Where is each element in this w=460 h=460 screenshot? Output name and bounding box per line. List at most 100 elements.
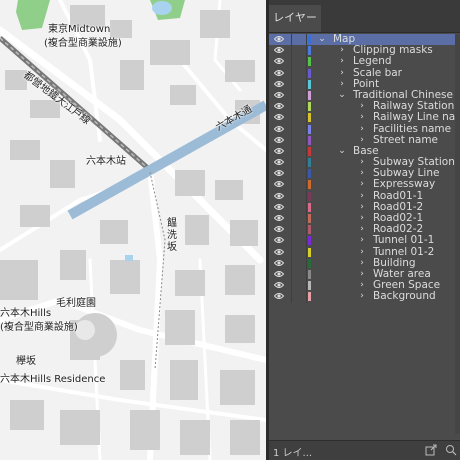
eye-icon[interactable] (274, 91, 284, 99)
lock-toggle[interactable] (292, 112, 307, 124)
lock-toggle[interactable] (292, 280, 307, 292)
eye-icon[interactable] (274, 147, 284, 155)
visibility-toggle[interactable] (269, 45, 292, 57)
chevron-right-icon[interactable]: › (357, 168, 367, 179)
lock-toggle[interactable] (292, 179, 307, 191)
chevron-right-icon[interactable]: › (337, 79, 347, 90)
eye-icon[interactable] (274, 259, 284, 267)
visibility-toggle[interactable] (269, 34, 292, 46)
lock-toggle[interactable] (292, 145, 307, 158)
lock-toggle[interactable] (292, 45, 307, 57)
chevron-right-icon[interactable]: › (337, 45, 347, 56)
visibility-toggle[interactable] (269, 145, 292, 158)
lock-toggle[interactable] (292, 201, 307, 213)
layer-row[interactable]: › Background (269, 290, 460, 303)
lock-toggle[interactable] (292, 78, 307, 90)
lock-toggle[interactable] (292, 224, 307, 236)
eye-icon[interactable] (274, 102, 284, 110)
chevron-right-icon[interactable]: › (357, 191, 367, 202)
lock-toggle[interactable] (292, 101, 307, 113)
visibility-toggle[interactable] (269, 224, 292, 236)
eye-icon[interactable] (274, 270, 284, 278)
visibility-toggle[interactable] (269, 112, 292, 124)
chevron-right-icon[interactable]: › (357, 291, 367, 302)
chevron-right-icon[interactable]: › (357, 235, 367, 246)
chevron-down-icon[interactable]: ⌄ (337, 90, 347, 101)
visibility-toggle[interactable] (269, 134, 292, 146)
layer-row[interactable]: › Tunnel 01-2 (269, 246, 460, 258)
eye-icon[interactable] (274, 292, 284, 300)
chevron-right-icon[interactable]: › (357, 258, 367, 269)
layer-row[interactable]: › Building (269, 257, 460, 269)
eye-icon[interactable] (274, 113, 284, 121)
chevron-right-icon[interactable]: › (357, 124, 367, 135)
visibility-toggle[interactable] (269, 201, 292, 213)
visibility-toggle[interactable] (269, 157, 292, 169)
eye-icon[interactable] (274, 158, 284, 166)
eye-icon[interactable] (274, 69, 284, 77)
layer-row[interactable]: › Road02-1 (269, 212, 460, 225)
chevron-right-icon[interactable]: › (337, 56, 347, 67)
chevron-right-icon[interactable]: › (357, 202, 367, 213)
chevron-right-icon[interactable]: › (357, 179, 367, 190)
chevron-right-icon[interactable]: › (357, 213, 367, 224)
eye-icon[interactable] (274, 180, 284, 188)
visibility-toggle[interactable] (269, 246, 292, 258)
visibility-toggle[interactable] (269, 291, 292, 303)
layer-row[interactable]: › Road01-1 (269, 190, 460, 202)
chevron-right-icon[interactable]: › (357, 280, 367, 291)
lock-toggle[interactable] (292, 157, 307, 169)
chevron-right-icon[interactable]: › (357, 224, 367, 235)
lock-toggle[interactable] (292, 235, 307, 247)
visibility-toggle[interactable] (269, 78, 292, 90)
eye-icon[interactable] (274, 35, 284, 43)
layer-row[interactable]: › Expressway (269, 178, 460, 191)
eye-icon[interactable] (274, 57, 284, 65)
lock-toggle[interactable] (292, 123, 307, 135)
visibility-toggle[interactable] (269, 67, 292, 79)
eye-icon[interactable] (274, 236, 284, 244)
eye-icon[interactable] (274, 46, 284, 54)
lock-toggle[interactable] (292, 291, 307, 303)
eye-icon[interactable] (274, 248, 284, 256)
eye-icon[interactable] (274, 214, 284, 222)
visibility-toggle[interactable] (269, 213, 292, 225)
chevron-right-icon[interactable]: › (337, 68, 347, 79)
visibility-toggle[interactable] (269, 89, 292, 102)
chevron-down-icon[interactable]: ⌄ (337, 146, 347, 157)
chevron-right-icon[interactable]: › (357, 101, 367, 112)
visibility-toggle[interactable] (269, 257, 292, 269)
search-icon[interactable] (445, 444, 457, 456)
chevron-right-icon[interactable]: › (357, 269, 367, 280)
visibility-toggle[interactable] (269, 190, 292, 202)
visibility-toggle[interactable] (269, 123, 292, 135)
eye-icon[interactable] (274, 136, 284, 144)
tab-layers[interactable]: レイヤー (269, 5, 321, 32)
lock-toggle[interactable] (292, 89, 307, 102)
lock-toggle[interactable] (292, 134, 307, 146)
visibility-toggle[interactable] (269, 235, 292, 247)
lock-toggle[interactable] (292, 168, 307, 180)
visibility-toggle[interactable] (269, 179, 292, 191)
eye-icon[interactable] (274, 169, 284, 177)
visibility-toggle[interactable] (269, 168, 292, 180)
lock-toggle[interactable] (292, 268, 307, 281)
chevron-right-icon[interactable]: › (357, 112, 367, 123)
chevron-down-icon[interactable]: ⌄ (317, 34, 327, 45)
visibility-toggle[interactable] (269, 268, 292, 281)
lock-toggle[interactable] (292, 67, 307, 79)
lock-toggle[interactable] (292, 34, 307, 46)
eye-icon[interactable] (274, 80, 284, 88)
lock-toggle[interactable] (292, 246, 307, 258)
lock-toggle[interactable] (292, 257, 307, 269)
eye-icon[interactable] (274, 281, 284, 289)
export-icon[interactable] (425, 444, 437, 456)
map-canvas[interactable]: 東京Midtown (複合型商業設施) 都營地鐵大江戶線 六本木通 六本木站 饂… (0, 0, 266, 460)
eye-icon[interactable] (274, 192, 284, 200)
chevron-right-icon[interactable]: › (357, 157, 367, 168)
lock-toggle[interactable] (292, 213, 307, 225)
visibility-toggle[interactable] (269, 56, 292, 68)
layer-row[interactable]: › Road01-2 (269, 201, 460, 213)
chevron-right-icon[interactable]: › (357, 247, 367, 258)
visibility-toggle[interactable] (269, 101, 292, 113)
